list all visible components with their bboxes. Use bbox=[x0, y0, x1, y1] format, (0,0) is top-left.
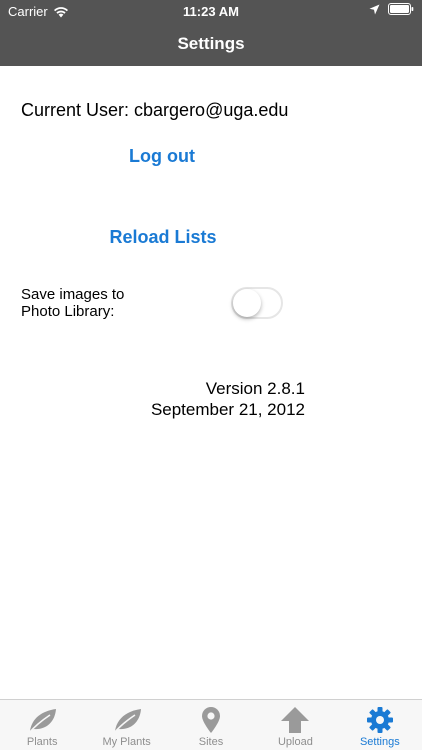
tab-plants[interactable]: Plants bbox=[0, 700, 84, 750]
leaf-icon bbox=[113, 709, 141, 734]
save-images-label-line1: Save images to bbox=[21, 286, 125, 303]
version-date: September 21, 2012 bbox=[150, 400, 305, 419]
tab-upload-label: Upload bbox=[277, 736, 313, 748]
tab-my-plants[interactable]: My Plants bbox=[84, 700, 168, 750]
reload-lists-button[interactable]: Reload Lists bbox=[0, 227, 326, 248]
tab-plants-label: Plants bbox=[26, 736, 58, 748]
page-title: Settings bbox=[177, 34, 245, 53]
leaf-icon bbox=[28, 709, 57, 734]
tab-settings[interactable]: Settings bbox=[338, 700, 422, 750]
status-right bbox=[369, 3, 414, 15]
version-info: Version 2.8.1 September 21, 2012 bbox=[151, 378, 305, 420]
save-images-label: Save images to Photo Library: bbox=[21, 286, 161, 320]
tab-bar: Plants My Plants Sites Upload Settings bbox=[0, 699, 422, 750]
version-number: Version 2.8.1 bbox=[205, 379, 305, 398]
toggle-knob bbox=[233, 289, 261, 317]
tab-sites-label: Sites bbox=[198, 736, 224, 748]
status-time: 11:23 AM bbox=[183, 4, 239, 19]
header: Carrier 11:23 AM Settings bbox=[0, 0, 422, 66]
upload-arrow-icon bbox=[281, 707, 310, 733]
tab-sites[interactable]: Sites bbox=[169, 700, 253, 750]
tab-settings-label: Settings bbox=[359, 736, 400, 748]
save-images-toggle[interactable] bbox=[231, 287, 283, 319]
logout-button[interactable]: Log out bbox=[0, 146, 324, 167]
location-arrow-icon bbox=[369, 4, 380, 14]
tab-upload[interactable]: Upload bbox=[253, 700, 337, 750]
battery-icon bbox=[388, 3, 414, 15]
tab-my-plants-label: My Plants bbox=[102, 736, 151, 748]
gear-icon bbox=[366, 707, 393, 733]
current-user-label: Current User: cbargero@uga.edu bbox=[21, 100, 289, 120]
status-bar: Carrier 11:23 AM bbox=[0, 0, 422, 22]
save-images-label-line2: Photo Library: bbox=[21, 303, 115, 320]
map-pin-icon bbox=[202, 707, 221, 733]
